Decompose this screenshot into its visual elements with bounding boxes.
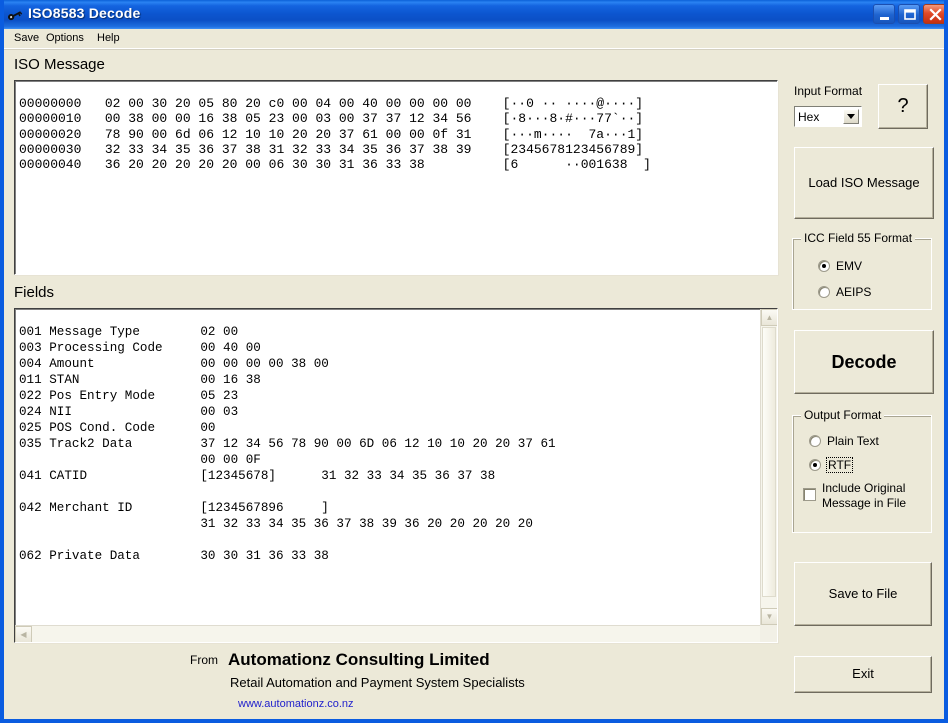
iso8583-decode-window: ISO8583 Decode Save Options Help ISO Mes… [0, 0, 948, 723]
scroll-up-icon[interactable]: ▲ [761, 309, 777, 326]
include-original-message-checkbox-row[interactable]: Include Original Message in File [803, 481, 924, 511]
radio-rtf-label: RTF [825, 457, 854, 473]
radio-output-rtf[interactable]: RTF [809, 457, 854, 473]
scroll-down-icon[interactable]: ▼ [761, 608, 777, 625]
load-iso-message-button[interactable]: Load ISO Message [794, 147, 934, 219]
key-icon [7, 7, 23, 23]
menu-bar: Save Options Help [4, 29, 944, 48]
radio-rtf-indicator[interactable] [809, 459, 821, 471]
radio-plain-text-indicator[interactable] [809, 435, 821, 447]
output-group-title: Output Format [801, 408, 885, 422]
radio-icc-aeips[interactable]: AEIPS [818, 285, 871, 299]
input-format-select[interactable]: Hex [794, 106, 862, 127]
radio-output-plain-text[interactable]: Plain Text [809, 434, 879, 448]
footer-tagline: Retail Automation and Payment System Spe… [230, 675, 525, 690]
iso-message-label: ISO Message [14, 56, 105, 73]
menu-item-help[interactable]: Help [93, 31, 124, 45]
iso-message-textarea[interactable]: 00000000 02 00 30 20 05 80 20 c0 00 04 0… [14, 80, 778, 275]
fields-vscroll-thumb[interactable] [762, 327, 776, 597]
footer-company-name: Automationz Consulting Limited [228, 650, 490, 669]
scroll-left-icon[interactable]: ◀ [15, 626, 32, 642]
icc-group-title: ICC Field 55 Format [801, 231, 916, 245]
include-original-checkbox[interactable] [803, 488, 816, 501]
input-format-label: Input Format [794, 84, 863, 98]
menu-separator [4, 48, 944, 50]
title-bar[interactable]: ISO8583 Decode [4, 0, 944, 29]
include-original-label: Include Original Message in File [822, 481, 907, 510]
radio-icc-emv[interactable]: EMV [818, 259, 862, 273]
output-format-group: Output Format Plain Text RTF Include Ori… [792, 408, 932, 533]
exit-button[interactable]: Exit [794, 656, 932, 693]
help-button[interactable]: ? [878, 84, 928, 129]
close-button[interactable] [923, 4, 944, 24]
minimize-button[interactable] [873, 4, 895, 24]
decode-button[interactable]: Decode [794, 330, 934, 394]
maximize-button[interactable] [898, 4, 920, 24]
chevron-down-icon[interactable] [843, 109, 859, 124]
radio-aeips-label: AEIPS [836, 285, 872, 299]
fields-horizontal-scrollbar[interactable]: ◀ [15, 625, 760, 642]
icc-field-55-format-group: ICC Field 55 Format EMV AEIPS [792, 231, 932, 310]
radio-plain-text-label: Plain Text [827, 434, 879, 448]
fields-label: Fields [14, 284, 55, 301]
footer-from-label: From [190, 653, 218, 667]
iso-message-hexdump: 00000000 02 00 30 20 05 80 20 c0 00 04 0… [19, 96, 651, 173]
menu-item-options[interactable]: Options [42, 31, 88, 45]
scrollbar-corner [760, 625, 777, 642]
fields-vertical-scrollbar[interactable]: ▲ ▼ [760, 309, 777, 625]
fields-textarea[interactable]: 001 Message Type 02 00 003 Processing Co… [14, 308, 778, 643]
radio-emv-indicator[interactable] [818, 260, 830, 272]
menu-item-save[interactable]: Save [10, 31, 43, 45]
fields-decoded-text: 001 Message Type 02 00 003 Processing Co… [19, 324, 556, 563]
radio-aeips-indicator[interactable] [818, 286, 830, 298]
input-format-value: Hex [798, 110, 820, 124]
save-to-file-button[interactable]: Save to File [794, 562, 932, 626]
window-title: ISO8583 Decode [28, 5, 141, 21]
radio-emv-label: EMV [836, 259, 863, 273]
footer-website-link[interactable]: www.automationz.co.nz [238, 698, 354, 710]
